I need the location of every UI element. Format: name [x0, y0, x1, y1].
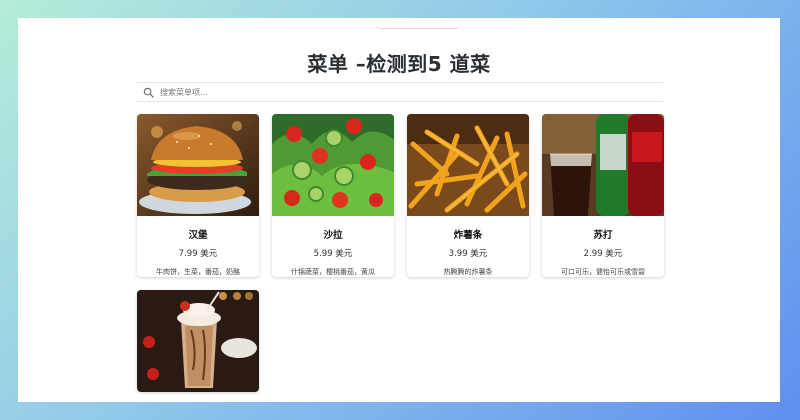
item-description: 牛肉饼，生菜，番茄，奶酪: [156, 268, 240, 276]
page-title: 菜单 –检测到5 道菜: [307, 52, 491, 76]
item-price: 7.99 美元: [178, 249, 218, 259]
item-price: 2.99 美元: [583, 249, 623, 259]
salad-image: [272, 114, 394, 216]
item-price: 5.99 美元: [313, 249, 353, 259]
milkshake-image: [137, 290, 259, 392]
menu-grid: 汉堡 7.99 美元 牛肉饼，生菜，番茄，奶酪 沙拉 5.99 美元 什锦蔬菜，…: [137, 114, 664, 392]
soda-image: [542, 114, 664, 216]
item-name: 汉堡: [188, 230, 208, 241]
menu-card-milkshake[interactable]: [137, 290, 259, 392]
item-description: 可口可乐，健怡可乐或雪碧: [561, 268, 645, 276]
item-name: 沙拉: [323, 230, 343, 241]
item-description: 热腾腾的炸薯条: [443, 268, 493, 276]
menu-card-fries[interactable]: 炸薯条 3.99 美元 热腾腾的炸薯条: [407, 114, 529, 277]
menu-card-salad[interactable]: 沙拉 5.99 美元 什锦蔬菜，樱桃番茄，黄瓜: [272, 114, 394, 277]
search-bar[interactable]: [137, 82, 663, 102]
menu-card-soda[interactable]: 苏打 2.99 美元 可口可乐，健怡可乐或雪碧: [542, 114, 664, 277]
menu-card-burger[interactable]: 汉堡 7.99 美元 牛肉饼，生菜，番茄，奶酪: [137, 114, 259, 277]
item-description: 什锦蔬菜，樱桃番茄，黄瓜: [291, 268, 375, 276]
top-notch: [375, 18, 461, 29]
item-name: 苏打: [593, 230, 613, 241]
search-icon: [143, 87, 154, 98]
item-name: 炸薯条: [453, 230, 483, 241]
burger-image: [137, 114, 259, 216]
fries-image: [407, 114, 529, 216]
search-input[interactable]: [160, 87, 640, 97]
menu-panel: 菜单 –检测到5 道菜 搜索菜单项... 汉堡 7.99 美元 牛肉饼，生菜，番…: [18, 18, 780, 402]
item-price: 3.99 美元: [448, 249, 488, 259]
